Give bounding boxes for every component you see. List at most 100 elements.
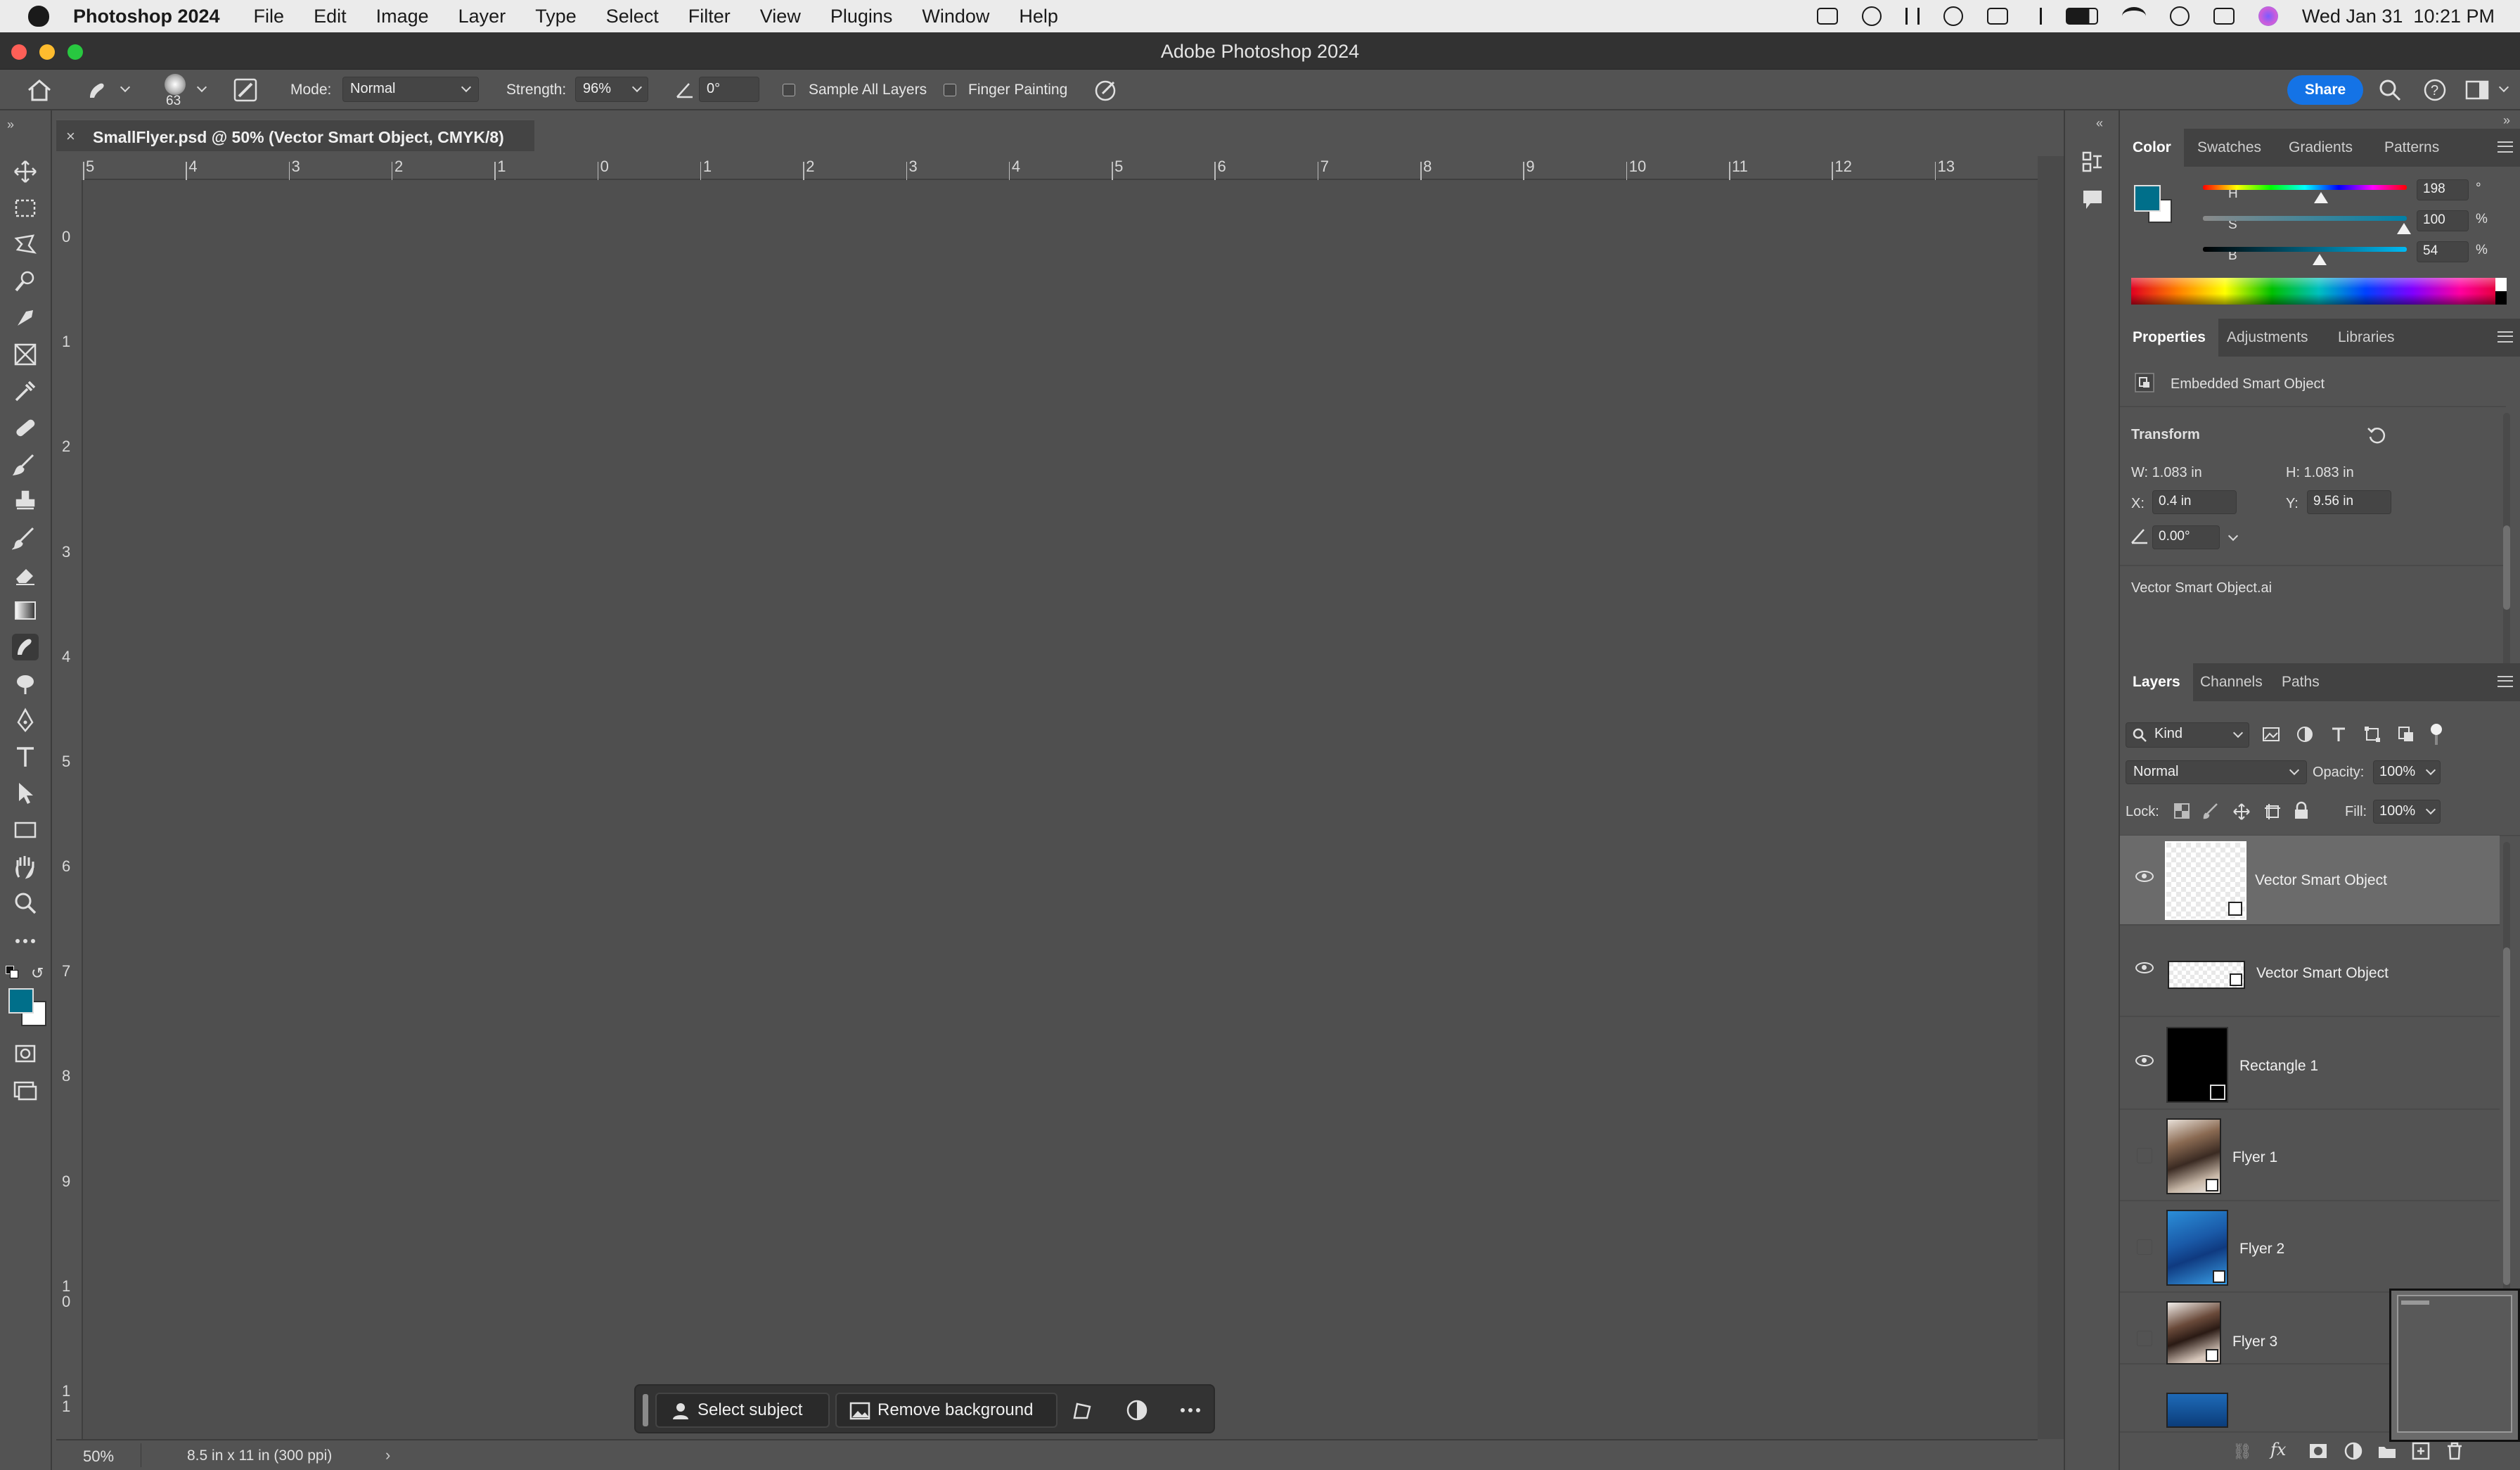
- hand-tool[interactable]: [12, 853, 39, 880]
- app-menu[interactable]: Photoshop 2024: [73, 6, 220, 27]
- frame-tool[interactable]: [12, 341, 39, 368]
- tab-paths[interactable]: Paths: [2269, 663, 2332, 701]
- new-adjustment-layer-icon[interactable]: [2344, 1441, 2363, 1461]
- fx-icon[interactable]: fx: [2270, 1440, 2286, 1459]
- pen-tool[interactable]: [12, 707, 39, 734]
- history-brush-tool[interactable]: [11, 524, 39, 551]
- lock-artboard-icon[interactable]: [2263, 803, 2282, 821]
- hue-input[interactable]: 198: [2417, 179, 2469, 200]
- new-group-icon[interactable]: [2377, 1441, 2397, 1461]
- opacity-input[interactable]: 100%: [2373, 760, 2441, 784]
- marquee-tool[interactable]: [12, 195, 39, 222]
- layer-name[interactable]: Flyer 3: [2232, 1334, 2277, 1350]
- display-icon[interactable]: [1986, 8, 2008, 25]
- apple-icon[interactable]: [28, 6, 49, 27]
- filter-smart-object-icon[interactable]: [2397, 725, 2415, 743]
- chevron-down-icon[interactable]: [196, 82, 207, 93]
- filter-type-icon[interactable]: [2329, 725, 2348, 743]
- layer-name[interactable]: Vector Smart Object: [2256, 965, 2389, 982]
- hue-slider[interactable]: [2203, 185, 2407, 190]
- history-panel-icon[interactable]: [2081, 150, 2104, 174]
- filter-pixel-icon[interactable]: [2262, 725, 2280, 743]
- visibility-eye-icon[interactable]: [2135, 962, 2154, 973]
- chevron-right-icon[interactable]: ›: [385, 1446, 390, 1464]
- document-info[interactable]: 8.5 in x 11 in (300 ppi): [187, 1447, 332, 1464]
- visibility-eye-icon[interactable]: [2135, 1055, 2154, 1066]
- filter-adjustment-icon[interactable]: [2296, 725, 2314, 743]
- saturation-input[interactable]: 100: [2417, 210, 2469, 231]
- swap-colors-icon[interactable]: ↺: [31, 964, 44, 983]
- menu-window[interactable]: Window: [922, 6, 989, 27]
- eyedropper-tool[interactable]: [12, 378, 39, 404]
- transform-icon[interactable]: [1070, 1398, 1094, 1422]
- menu-plugins[interactable]: Plugins: [830, 6, 893, 27]
- sample-all-layers-checkbox[interactable]: [783, 84, 795, 96]
- drag-handle[interactable]: [643, 1394, 648, 1426]
- navigator-preview[interactable]: [2389, 1289, 2520, 1442]
- lasso-tool[interactable]: [12, 231, 39, 258]
- tab-libraries[interactable]: Libraries: [2325, 319, 2408, 357]
- battery-icon[interactable]: [2065, 8, 2098, 25]
- layer-row[interactable]: Rectangle 1: [2120, 1020, 2500, 1110]
- y-position-input[interactable]: 9.56 in: [2307, 490, 2391, 514]
- menu-view[interactable]: View: [760, 6, 801, 27]
- chevron-down-icon[interactable]: [2498, 82, 2509, 93]
- more-options-icon[interactable]: [1178, 1398, 1202, 1422]
- select-subject-button[interactable]: Select subject: [655, 1393, 830, 1428]
- canvas-scroll-gutter[interactable]: [2038, 156, 2064, 1439]
- color-panel-menu-icon[interactable]: [2498, 141, 2513, 153]
- finger-painting-checkbox[interactable]: [944, 84, 956, 96]
- horizontal-ruler[interactable]: 5 4 3 2 1 0 1 2 3 4 5 6 7 8 9 10 11 12 13: [83, 156, 2038, 180]
- angle-input[interactable]: 0.00°: [2152, 525, 2220, 549]
- delete-layer-icon[interactable]: [2445, 1441, 2464, 1461]
- saturation-slider-thumb[interactable]: [2397, 223, 2411, 234]
- gradient-tool[interactable]: [12, 597, 39, 624]
- tab-adjustments[interactable]: Adjustments: [2214, 319, 2321, 357]
- layer-name[interactable]: Flyer 2: [2239, 1241, 2284, 1258]
- x-position-input[interactable]: 0.4 in: [2152, 490, 2237, 514]
- menu-filter[interactable]: Filter: [688, 6, 731, 27]
- layer-name[interactable]: Rectangle 1: [2239, 1058, 2318, 1075]
- panel-foreground-swatch[interactable]: [2134, 185, 2161, 212]
- visibility-eye-icon[interactable]: [2135, 871, 2154, 882]
- zoom-level[interactable]: 50%: [83, 1447, 114, 1466]
- vertical-ruler[interactable]: 0 1 2 3 4 5 6 7 8 9 1 0 1 1: [56, 180, 83, 1439]
- collapse-dock-icon[interactable]: «: [2096, 116, 2103, 131]
- default-colors-icon[interactable]: [6, 966, 18, 978]
- link-layers-icon[interactable]: ⛓: [2232, 1443, 2252, 1461]
- tab-color[interactable]: Color: [2120, 129, 2184, 167]
- reset-transform-icon[interactable]: [2366, 424, 2387, 445]
- help-icon[interactable]: ?: [2423, 78, 2447, 102]
- visibility-toggle[interactable]: [2137, 1148, 2152, 1163]
- visibility-toggle[interactable]: [2137, 1331, 2152, 1346]
- quick-mask-button[interactable]: [12, 1040, 39, 1067]
- collapse-panels-icon[interactable]: »: [2503, 113, 2510, 128]
- menu-help[interactable]: Help: [1019, 6, 1058, 27]
- menu-edit[interactable]: Edit: [314, 6, 347, 27]
- play-icon[interactable]: [1943, 6, 1963, 26]
- brush-settings-icon[interactable]: [233, 78, 257, 102]
- eraser-tool[interactable]: [12, 561, 39, 587]
- lock-transparent-icon[interactable]: [2173, 803, 2190, 819]
- brush-tool[interactable]: [12, 451, 39, 478]
- dodge-tool[interactable]: [12, 670, 39, 697]
- clone-stamp-tool[interactable]: [12, 487, 39, 514]
- layer-row[interactable]: Flyer 2: [2120, 1203, 2500, 1293]
- visibility-toggle[interactable]: [2137, 1239, 2152, 1255]
- clock[interactable]: Wed Jan 31 10:21 PM: [2302, 6, 2495, 27]
- smudge-tool-preset-icon[interactable]: [84, 78, 110, 102]
- move-tool[interactable]: [12, 158, 39, 185]
- siri-icon[interactable]: [2258, 6, 2278, 26]
- filter-shape-icon[interactable]: [2363, 725, 2381, 743]
- menu-type[interactable]: Type: [535, 6, 577, 27]
- bluetooth-icon[interactable]: [2032, 8, 2042, 25]
- filter-toggle[interactable]: [2431, 724, 2442, 745]
- search-icon[interactable]: [2378, 78, 2402, 102]
- properties-scrollbar[interactable]: [2503, 413, 2510, 680]
- hue-slider-thumb[interactable]: [2314, 192, 2328, 203]
- share-button[interactable]: Share: [2287, 75, 2363, 105]
- new-layer-icon[interactable]: [2411, 1441, 2431, 1461]
- chevron-down-icon[interactable]: [2228, 530, 2239, 542]
- remove-background-button[interactable]: Remove background: [835, 1393, 1058, 1428]
- brush-preview[interactable]: [165, 74, 186, 95]
